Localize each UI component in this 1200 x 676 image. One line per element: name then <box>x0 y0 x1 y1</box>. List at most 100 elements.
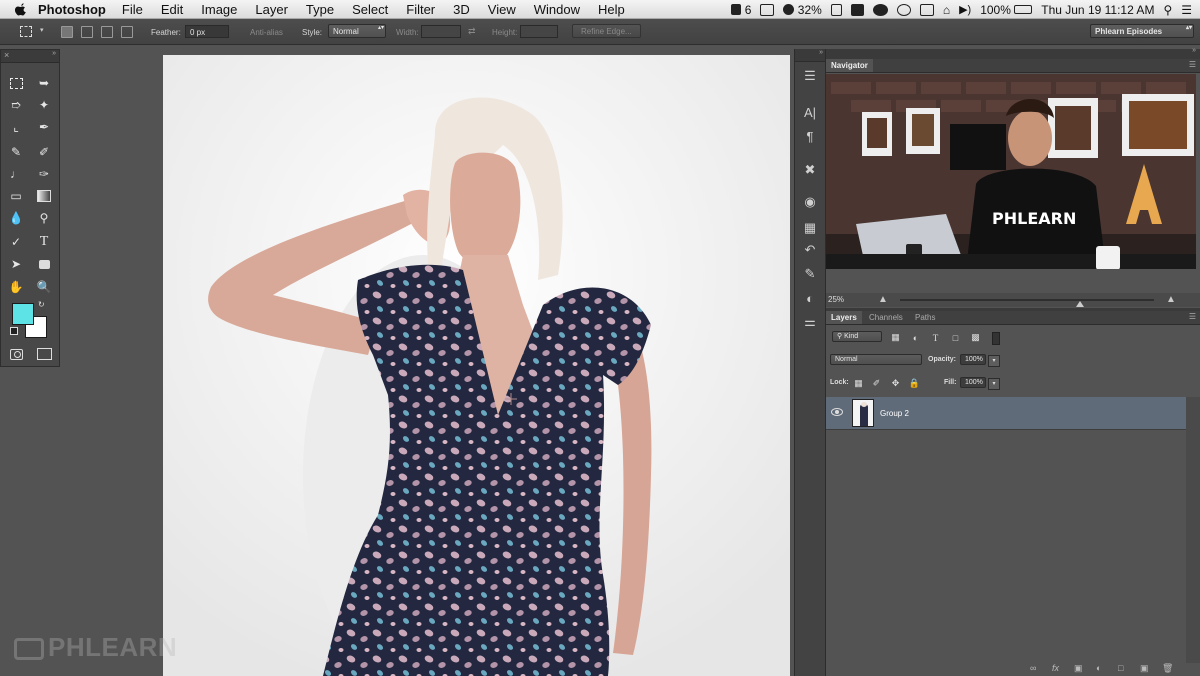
volume-icon[interactable]: ▶) <box>959 3 971 16</box>
menu-3d[interactable]: 3D <box>453 2 470 17</box>
layer-filter-kind-select[interactable]: ⚲ Kind <box>832 331 882 342</box>
layer-style-icon[interactable]: fx <box>1052 663 1059 673</box>
spotlight-search-icon[interactable]: ⚲ <box>1163 3 1172 17</box>
menu-file[interactable]: File <box>122 2 143 17</box>
character-panel-icon[interactable]: A| <box>800 103 820 121</box>
pen-tool-icon[interactable]: ✓ <box>7 233 25 251</box>
adobe-status-item[interactable]: 6 <box>731 3 751 17</box>
add-to-selection-icon[interactable] <box>81 26 93 38</box>
tab-channels[interactable]: Channels <box>864 311 908 324</box>
clone-stamp-tool-icon[interactable]: ♩ <box>7 165 25 183</box>
adjustments-panel-icon[interactable]: ◐ <box>800 289 820 307</box>
tool-presets-panel-icon[interactable]: ✖ <box>800 161 820 179</box>
fill-dropdown-icon[interactable]: ▾ <box>988 378 1000 390</box>
brush-tool-icon[interactable]: ✐ <box>35 143 53 161</box>
gradient-tool-icon[interactable] <box>35 187 53 205</box>
width-input[interactable] <box>421 25 461 38</box>
path-selection-tool-icon[interactable]: ➤ <box>7 255 25 273</box>
menu-edit[interactable]: Edit <box>161 2 183 17</box>
filter-adjustment-icon[interactable]: ◐ <box>910 332 921 343</box>
hand-tool-icon[interactable]: ✋ <box>7 278 25 296</box>
foreground-color-swatch[interactable] <box>12 303 34 325</box>
layers-scrollbar[interactable] <box>1186 397 1200 663</box>
spot-healing-brush-tool-icon[interactable]: ✎ <box>7 143 25 161</box>
rectangular-marquee-tool-icon[interactable] <box>7 74 25 92</box>
menu-window[interactable]: Window <box>534 2 580 17</box>
tab-paths[interactable]: Paths <box>910 311 940 324</box>
preset-dropdown-arrow-icon[interactable]: ▾ <box>40 26 44 34</box>
apple-logo-icon[interactable] <box>14 2 28 16</box>
tab-layers[interactable]: Layers <box>826 311 862 324</box>
new-layer-icon[interactable]: ▣ <box>1140 663 1149 674</box>
rectangle-shape-tool-icon[interactable] <box>35 255 53 273</box>
delete-layer-icon[interactable]: 🗑 <box>1162 663 1173 674</box>
navigator-zoom-value[interactable]: 25% <box>828 295 844 304</box>
zoom-out-icon[interactable]: ▲ <box>878 294 888 305</box>
link-layers-icon[interactable]: ∞ <box>1030 663 1036 673</box>
filter-pixel-icon[interactable]: ▦ <box>890 332 901 343</box>
menu-image[interactable]: Image <box>201 2 237 17</box>
swap-dimensions-icon[interactable]: ⇄ <box>468 26 476 37</box>
panel-collapse-icon[interactable]: » <box>1192 47 1196 54</box>
filter-shape-icon[interactable]: □ <box>950 332 961 343</box>
layer-thumbnail[interactable] <box>852 399 874 427</box>
add-mask-icon[interactable]: ▣ <box>1074 663 1083 674</box>
menu-help[interactable]: Help <box>598 2 625 17</box>
marquee-preset-icon[interactable] <box>20 26 32 37</box>
lock-all-icon[interactable]: 🔒 <box>909 378 920 389</box>
history-brush-tool-icon[interactable]: ✑ <box>35 165 53 183</box>
airplay-icon[interactable] <box>919 3 934 16</box>
app-menu-photoshop[interactable]: Photoshop <box>38 2 106 17</box>
history-panel-icon[interactable]: ☰ <box>800 67 820 85</box>
menu-view[interactable]: View <box>488 2 516 17</box>
opacity-dropdown-icon[interactable]: ▾ <box>988 355 1000 367</box>
style-select[interactable]: Normal <box>328 24 386 38</box>
new-selection-icon[interactable] <box>61 26 73 38</box>
lasso-tool-icon[interactable]: ➱ <box>7 96 25 114</box>
default-colors-icon[interactable] <box>10 327 18 335</box>
clone-source-panel-icon[interactable]: ◉ <box>800 193 820 211</box>
zoom-in-icon[interactable]: ▲ <box>1166 294 1176 305</box>
workspace-select[interactable]: Phlearn Episodes <box>1090 24 1194 38</box>
tab-navigator[interactable]: Navigator <box>826 59 873 72</box>
opacity-input[interactable]: 100% <box>960 354 986 365</box>
dropbox-icon[interactable] <box>850 3 864 16</box>
type-tool-icon[interactable]: T <box>35 233 53 251</box>
notification-center-icon[interactable]: ☰ <box>1181 3 1192 17</box>
mic-icon[interactable] <box>830 3 842 16</box>
lock-position-icon[interactable]: ✥ <box>890 378 901 389</box>
new-group-icon[interactable]: □ <box>1118 663 1123 673</box>
refine-edge-button[interactable]: Refine Edge... <box>572 24 641 38</box>
blur-tool-icon[interactable]: 💧 <box>7 209 25 227</box>
eyedropper-tool-icon[interactable]: ✒ <box>35 118 53 136</box>
magic-wand-tool-icon[interactable]: ✦ <box>35 96 53 114</box>
creative-cloud-icon[interactable] <box>872 3 888 16</box>
screen-mode-icon[interactable] <box>35 345 53 363</box>
swap-colors-icon[interactable]: ↻ <box>38 300 45 309</box>
panel-menu-icon[interactable]: ☰ <box>1189 60 1196 69</box>
menu-layer[interactable]: Layer <box>255 2 288 17</box>
layer-item-group-2[interactable]: Group 2 <box>826 397 1186 430</box>
blend-mode-select[interactable]: Normal <box>830 354 922 365</box>
timemachine-icon[interactable] <box>896 3 911 16</box>
properties-panel-icon[interactable]: ⚌ <box>800 313 820 331</box>
battery-item[interactable]: 100% <box>980 3 1033 17</box>
crop-tool-icon[interactable]: ⌞ <box>7 118 25 136</box>
new-adjustment-layer-icon[interactable]: ◐ <box>1096 663 1101 673</box>
menu-select[interactable]: Select <box>352 2 388 17</box>
zoom-slider-thumb[interactable] <box>1076 301 1084 307</box>
swatches-panel-icon[interactable]: ▦ <box>800 219 820 237</box>
camera-icon[interactable] <box>760 3 775 16</box>
document-canvas[interactable] <box>163 55 790 676</box>
dodge-tool-icon[interactable]: ⚲ <box>35 209 53 227</box>
layer-name[interactable]: Group 2 <box>880 409 909 418</box>
lock-image-icon[interactable]: ✐ <box>871 378 882 389</box>
fill-input[interactable]: 100% <box>960 377 986 388</box>
brush-presets-panel-icon[interactable]: ✎ <box>800 265 820 283</box>
anti-alias-checkbox[interactable]: Anti-alias <box>250 28 283 37</box>
height-input[interactable] <box>520 25 558 38</box>
cpu-meter-item[interactable]: 32% <box>783 3 822 17</box>
clock[interactable]: Thu Jun 19 11:12 AM <box>1041 3 1154 17</box>
quick-mask-icon[interactable] <box>7 345 25 363</box>
panel-close-icon[interactable]: × <box>4 50 9 60</box>
